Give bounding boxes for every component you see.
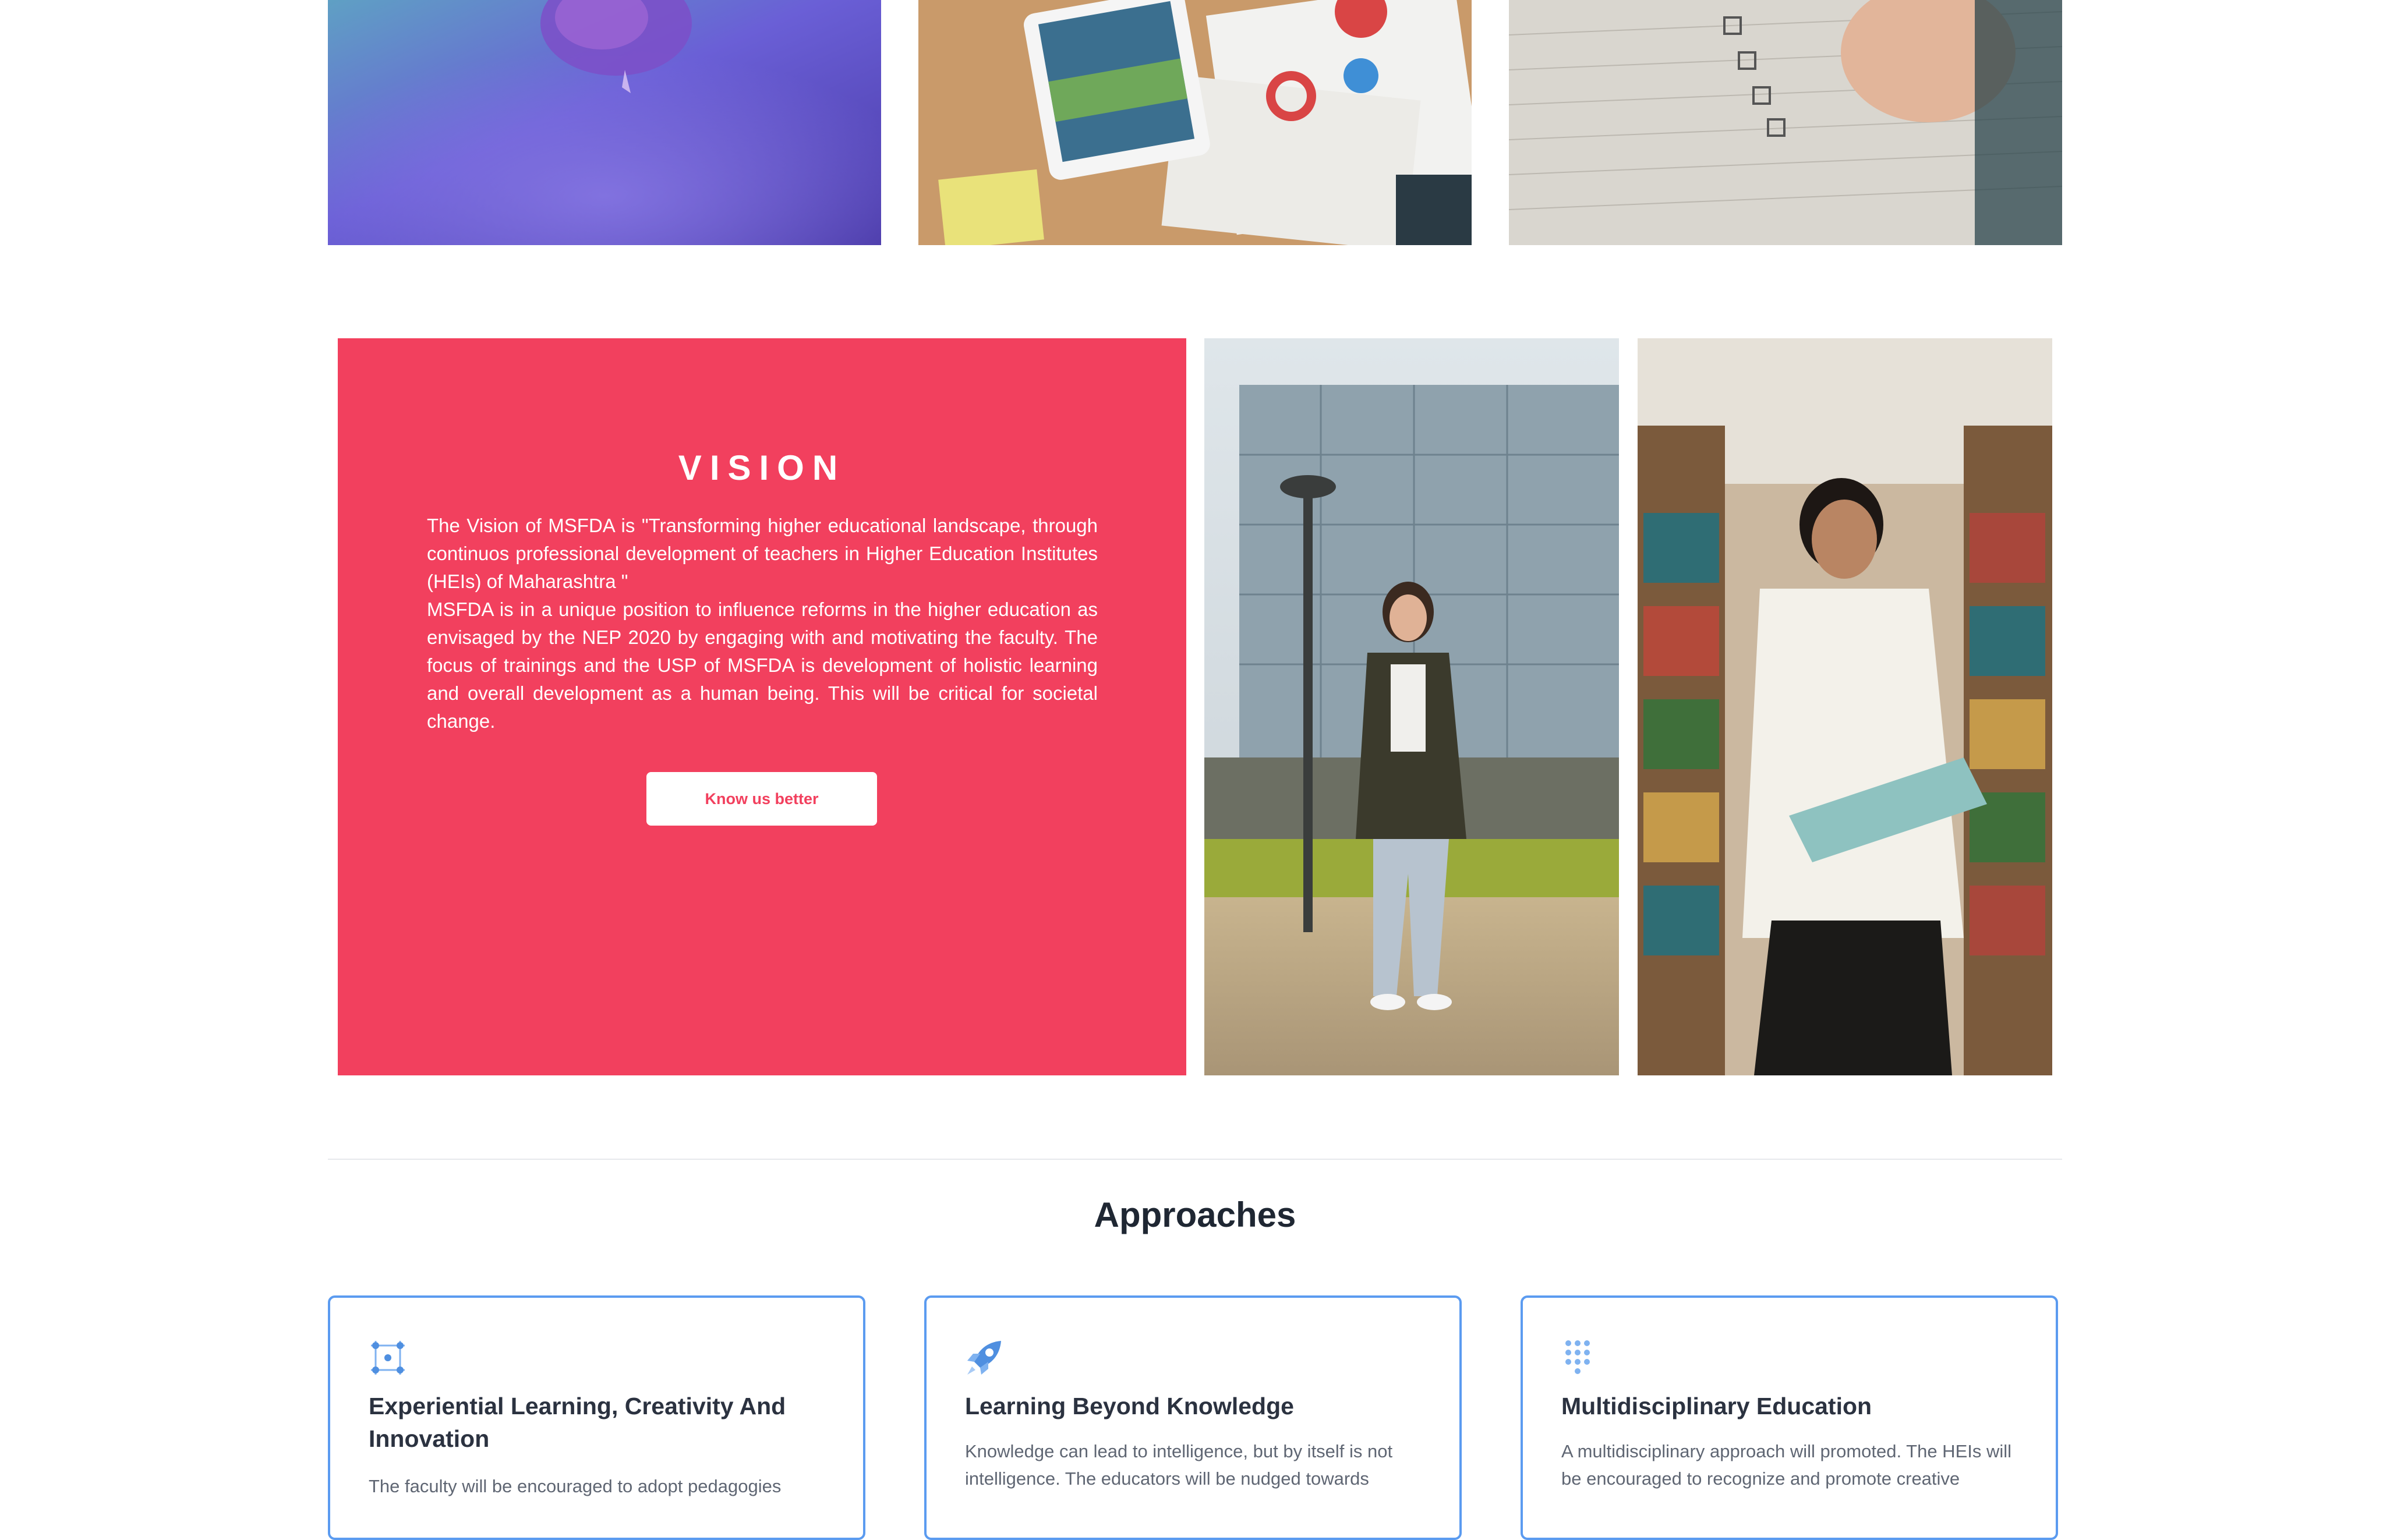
card-description: A multidisciplinary approach will promot… — [1561, 1441, 2012, 1489]
approach-card-multidisciplinary-education[interactable]: Multidisciplinary Education A multidisci… — [1521, 1295, 2058, 1540]
card-title: Experiential Learning, Creativity And In… — [369, 1393, 786, 1452]
brain-thumbnail-image[interactable] — [328, 0, 881, 245]
vision-paragraph-2: MSFDA is in a unique position to influen… — [427, 599, 1098, 732]
student-library-photo — [1638, 338, 2052, 1075]
vision-panel: VISION The Vision of MSFDA is "Transform… — [338, 338, 1186, 1075]
know-us-better-button[interactable]: Know us better — [646, 772, 877, 826]
approaches-title: Approaches — [1094, 1195, 1296, 1234]
card-title: Multidisciplinary Education — [1561, 1393, 1872, 1419]
checklist-thumbnail-image[interactable] — [1509, 0, 2062, 245]
vision-description: The Vision of MSFDA is "Transforming hig… — [427, 512, 1098, 735]
approach-card-learning-beyond-knowledge[interactable]: Learning Beyond Knowledge Knowledge can … — [924, 1295, 1462, 1540]
rocket-icon — [964, 1337, 1005, 1378]
card-description: Knowledge can lead to intelligence, but … — [965, 1441, 1393, 1489]
dot-grid-icon — [1560, 1337, 1601, 1378]
section-divider — [328, 1159, 2062, 1160]
vision-title: VISION — [678, 448, 846, 487]
approach-card-experiential-learning[interactable]: Experiential Learning, Creativity And In… — [328, 1295, 865, 1540]
desk-charts-thumbnail-image[interactable] — [918, 0, 1472, 245]
vision-paragraph-1: The Vision of MSFDA is "Transforming hig… — [427, 515, 1098, 592]
student-campus-photo — [1204, 338, 1619, 1075]
network-grid-icon — [367, 1337, 408, 1378]
card-description: The faculty will be encouraged to adopt … — [369, 1476, 782, 1496]
card-title: Learning Beyond Knowledge — [965, 1393, 1294, 1419]
